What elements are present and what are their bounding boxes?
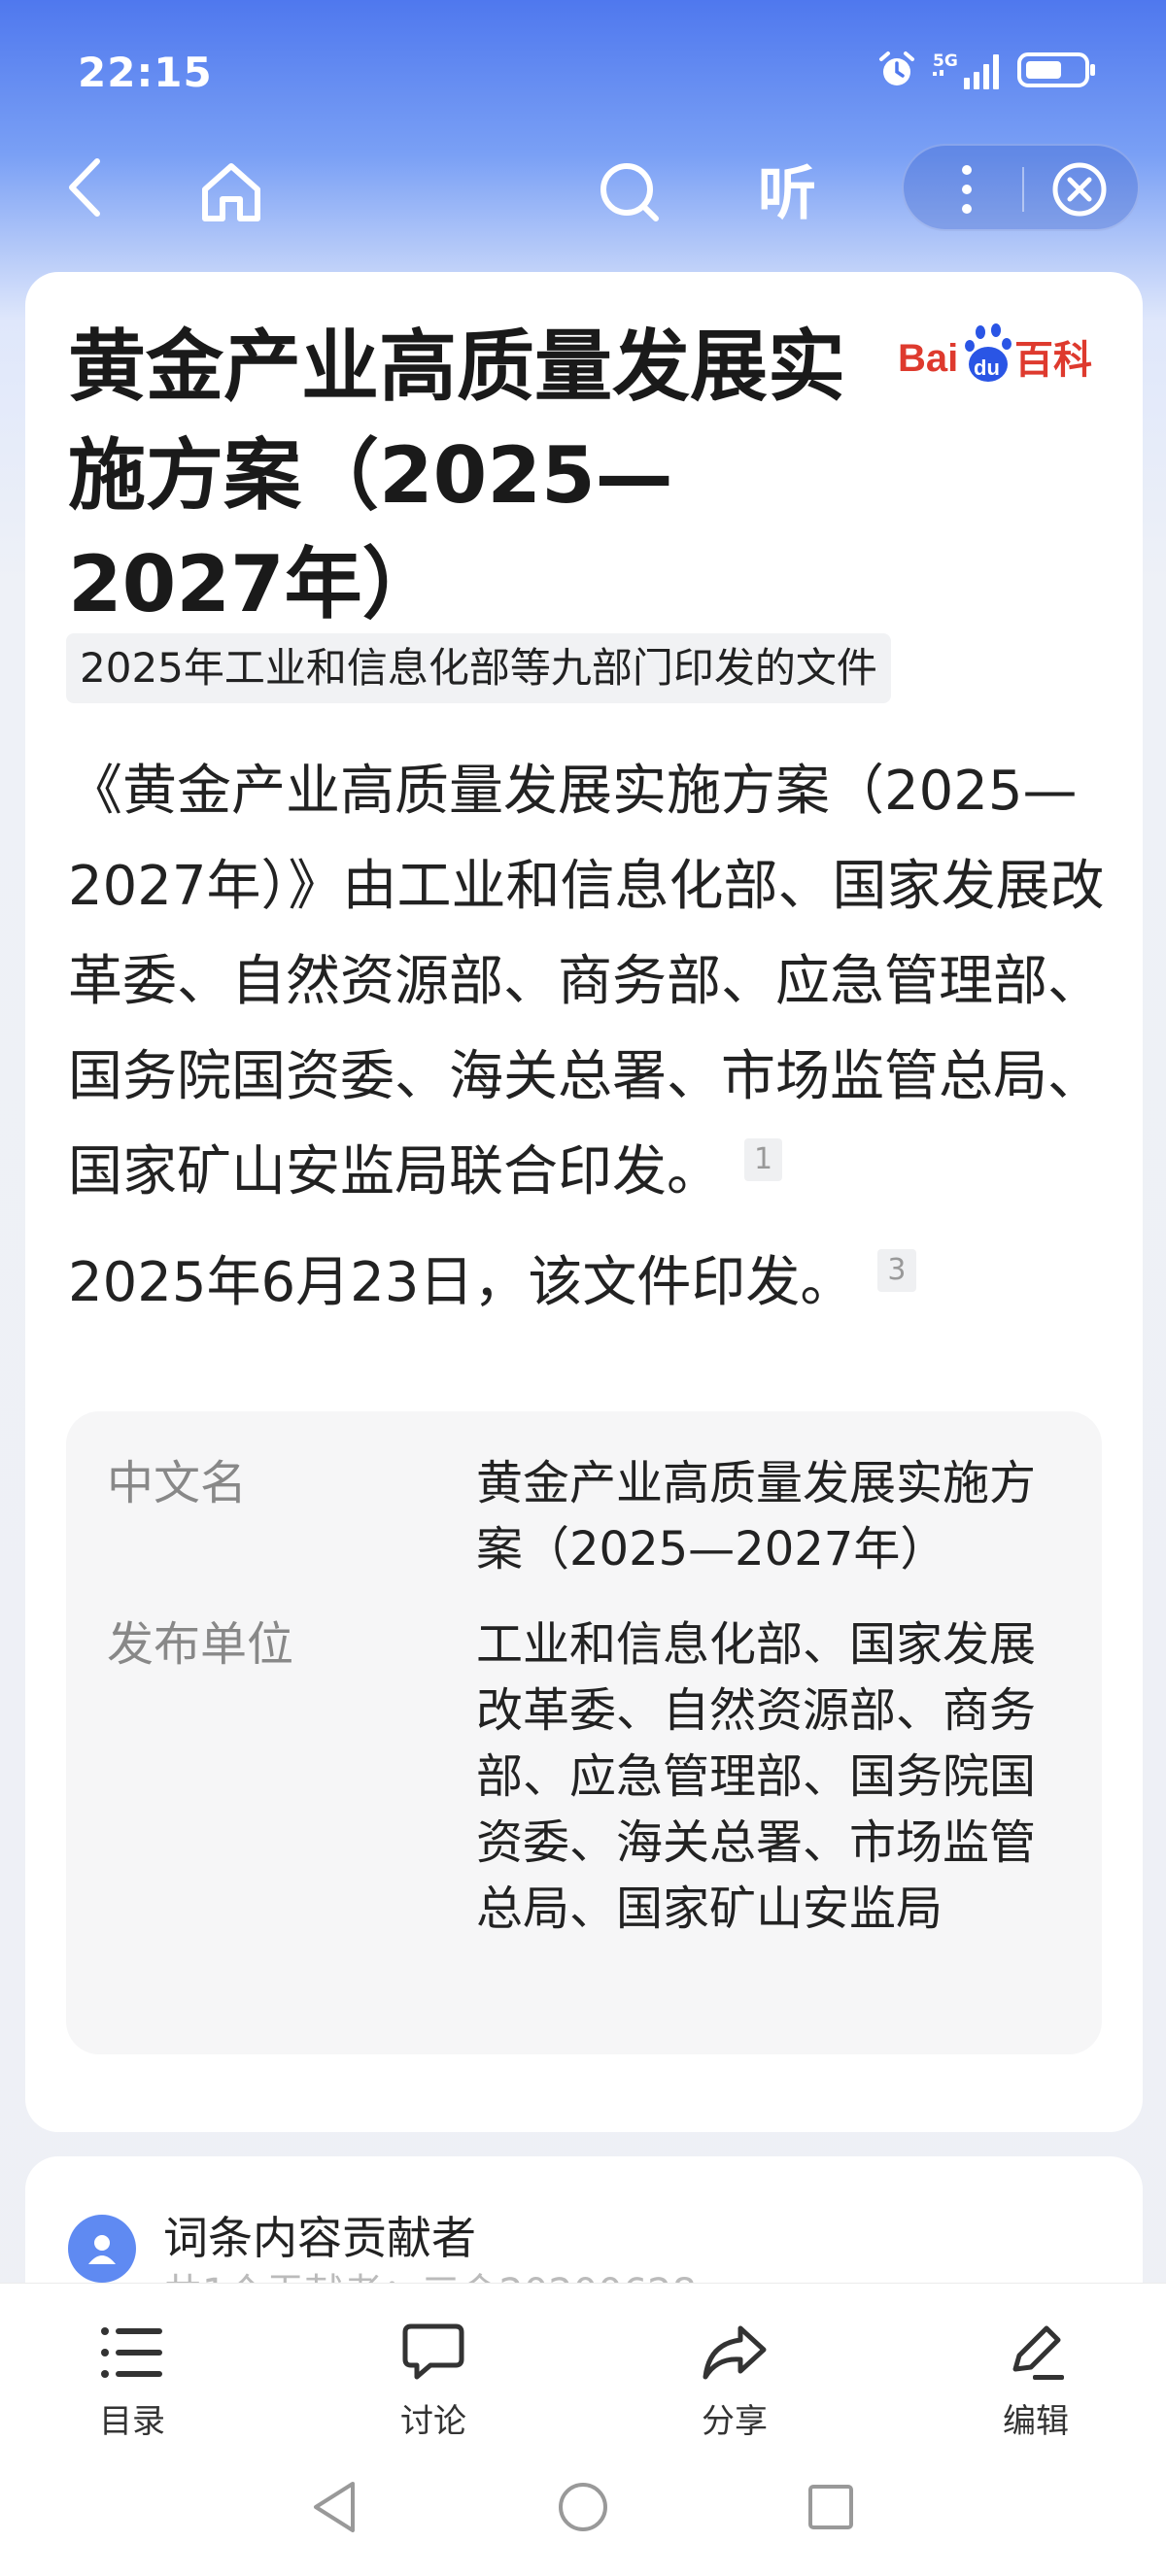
date-paragraph: 2025年6月23日，该文件印发。 3	[68, 1236, 1117, 1331]
toc-label: 目录	[99, 2402, 165, 2441]
circle-home-icon	[559, 2483, 607, 2531]
baidu-baike-logo: Bai du 百科	[898, 321, 1102, 389]
home-button[interactable]	[192, 153, 270, 231]
pencil-icon	[1012, 2325, 1064, 2380]
svg-text:du: du	[974, 356, 1000, 380]
bottom-toolbar: 目录 讨论 分享 编辑	[0, 2283, 1166, 2448]
svg-text:Bai: Bai	[898, 337, 958, 380]
article-card: 黄金产业高质量发展实施方案（2025—2027年） Bai du 百科 2025…	[25, 272, 1143, 2132]
article-summary: 《黄金产业高质量发展实施方案（2025—2027年）》由工业和信息化部、国家发展…	[68, 744, 1117, 1331]
svg-text:百科: 百科	[1014, 338, 1092, 383]
network-label: 5G	[933, 51, 958, 71]
close-icon	[1052, 162, 1107, 217]
reference-marker[interactable]: 1	[744, 1138, 783, 1181]
listen-button[interactable]: 听	[748, 150, 826, 228]
list-icon	[101, 2327, 162, 2378]
share-icon	[703, 2325, 767, 2380]
search-button[interactable]	[591, 153, 669, 231]
info-row: 中文名 黄金产业高质量发展实施方案（2025—2027年）	[107, 1450, 1079, 1582]
back-button[interactable]	[51, 153, 119, 221]
search-icon	[600, 163, 659, 221]
summary-paragraph: 《黄金产业高质量发展实施方案（2025—2027年）》由工业和信息化部、国家发展…	[68, 744, 1117, 1220]
mini-program-capsule	[902, 144, 1140, 231]
discuss-label: 讨论	[400, 2402, 466, 2441]
summary-text: 《黄金产业高质量发展实施方案（2025—2027年）》由工业和信息化部、国家发展…	[68, 760, 1105, 1203]
status-time: 22:15	[78, 49, 213, 96]
signal-icon: 5G	[933, 51, 999, 89]
page-title: 黄金产业高质量发展实施方案（2025—2027年）	[68, 322, 845, 629]
back-icon	[69, 158, 100, 217]
battery-icon	[1017, 52, 1095, 87]
status-bar: 22:15 5G	[0, 0, 1166, 146]
home-icon	[202, 163, 260, 221]
edit-label: 编辑	[1003, 2402, 1069, 2441]
date-text: 2025年6月23日，该文件印发。	[68, 1251, 855, 1314]
system-home-button[interactable]	[549, 2473, 617, 2541]
top-nav: 听	[0, 144, 1166, 251]
system-back-button[interactable]	[301, 2473, 369, 2541]
info-value: 工业和信息化部、国家发展改革委、自然资源部、商务部、应急管理部、国务院国资委、海…	[476, 1617, 1037, 1936]
share-label: 分享	[702, 2402, 768, 2441]
system-nav-bar	[0, 2448, 1166, 2576]
toc-button[interactable]: 目录	[64, 2319, 200, 2442]
more-icon	[962, 165, 972, 214]
system-recent-button[interactable]	[797, 2473, 865, 2541]
document-subtitle-tag: 2025年工业和信息化部等九部门印发的文件	[66, 633, 891, 703]
contributors-title: 词条内容贡献者	[163, 2212, 476, 2264]
triangle-back-icon	[314, 2482, 355, 2532]
discuss-button[interactable]: 讨论	[365, 2319, 501, 2442]
baidu-baike-logo-icon: Bai du 百科	[898, 323, 1092, 383]
square-recent-icon	[808, 2485, 853, 2529]
edit-button[interactable]: 编辑	[968, 2319, 1104, 2442]
avatar	[68, 2215, 136, 2283]
chat-bubble-icon	[402, 2323, 464, 2380]
info-row: 发布单位 工业和信息化部、国家发展改革委、自然资源部、商务部、应急管理部、国务院…	[107, 1611, 1079, 1942]
reference-marker[interactable]: 3	[877, 1249, 916, 1292]
info-box: 中文名 黄金产业高质量发展实施方案（2025—2027年） 发布单位 工业和信息…	[66, 1411, 1102, 2054]
user-icon	[88, 2235, 116, 2264]
info-key: 发布单位	[107, 1617, 294, 1672]
alarm-icon	[879, 51, 914, 85]
close-button[interactable]	[1047, 157, 1112, 221]
info-value: 黄金产业高质量发展实施方案（2025—2027年）	[476, 1456, 1037, 1576]
status-icons: 5G	[876, 49, 1098, 91]
more-button[interactable]	[933, 155, 1001, 223]
info-key: 中文名	[107, 1456, 248, 1510]
capsule-divider	[1022, 167, 1024, 212]
share-button[interactable]: 分享	[667, 2319, 803, 2442]
